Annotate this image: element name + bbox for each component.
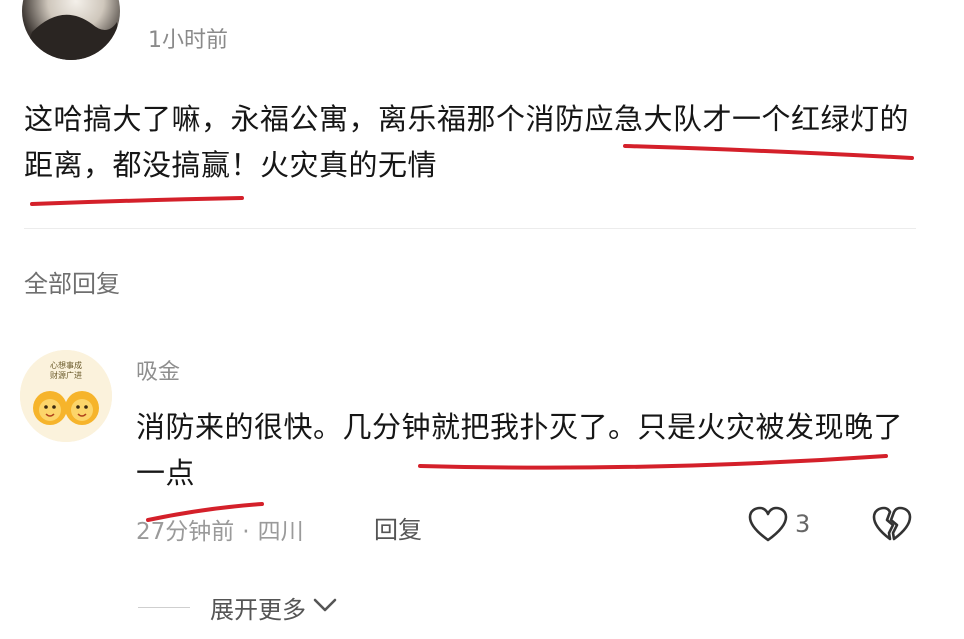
reply-button[interactable]: 回复 (374, 510, 422, 545)
reply-timestamp: 27分钟前 (136, 519, 235, 545)
meta-separator: · (242, 519, 250, 545)
heart-outline-icon[interactable] (748, 506, 788, 544)
like-count: 3 (795, 510, 811, 538)
reply-author-name[interactable]: 吸金 (136, 354, 180, 386)
post-timestamp: 1小时前 (148, 28, 228, 53)
underline-2 (30, 196, 244, 206)
expand-more-label: 展开更多 (210, 595, 306, 624)
svg-text:心想事成: 心想事成 (50, 360, 82, 370)
expand-more-button[interactable]: 展开更多 (138, 590, 338, 624)
reply-author-avatar[interactable]: 心想事成 财源广进 (20, 350, 112, 442)
svg-text:财源广进: 财源广进 (50, 370, 82, 380)
post-author-avatar[interactable] (22, 0, 120, 60)
broken-heart-icon[interactable] (872, 506, 912, 544)
reply-body: 消防来的很快。几分钟就把我扑灭了。只是火灾被发现晚了一点 (136, 410, 904, 490)
reply-meta: 27分钟前 · 四川 (136, 512, 304, 546)
chevron-down-icon (312, 595, 338, 619)
post-body: 这哈搞大了嘛，永福公寓，离乐福那个消防应急大队才一个红绿灯的距离，都没搞赢！火灾… (24, 102, 910, 182)
divider (24, 228, 916, 229)
expand-divider (138, 606, 190, 608)
all-replies-heading: 全部回复 (24, 270, 120, 298)
reply-location: 四川 (257, 519, 304, 545)
